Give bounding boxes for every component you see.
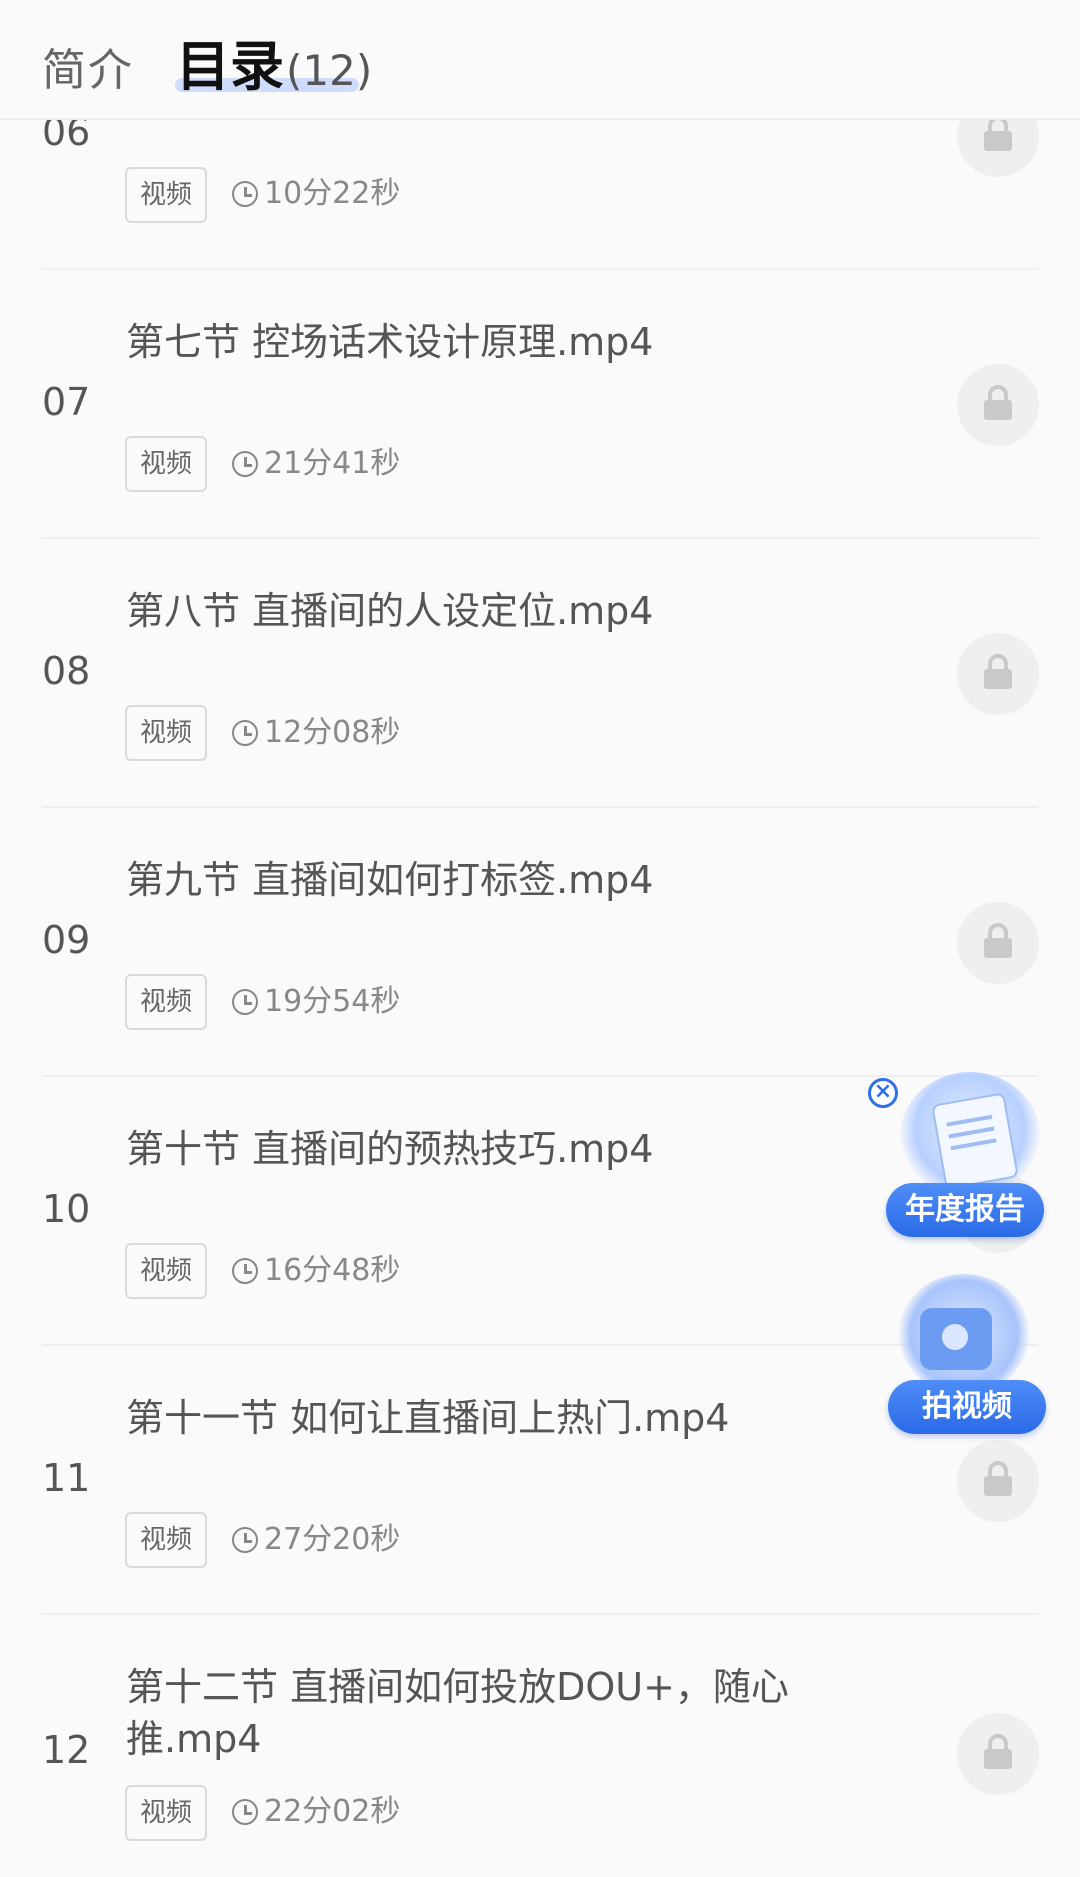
duration: 16分48秒 [232,1245,400,1297]
type-tag: 视频 [125,1785,207,1841]
item-title: 第八节 直播间的人设定位.mp4 [126,589,654,633]
duration: 22分02秒 [232,1786,400,1838]
clock-icon [232,1527,258,1553]
duration-text: 21分41秒 [264,446,401,481]
tab-intro[interactable]: 简介 [42,34,134,98]
report-paper-icon [931,1092,1019,1190]
clock-icon [232,989,258,1015]
shoot-video-widget[interactable]: 拍视频 [880,1268,1050,1438]
list-item[interactable]: 第七节 控场话术设计原理.mp4 07 视频 21分41秒 [0,270,1080,539]
lock-button[interactable] [957,1440,1039,1522]
duration: 12分08秒 [232,707,400,759]
lock-button[interactable] [957,1713,1039,1795]
tab-toc[interactable]: 目录(12) [176,22,372,101]
type-tag: 视频 [125,705,207,761]
list-item[interactable]: 第十二节 直播间如何投放DOU+，随心推.mp4 12 视频 22分02秒 [0,1615,1080,1877]
close-icon[interactable]: × [868,1078,898,1108]
tab-toc-count: (12) [286,46,373,95]
item-title: 第十二节 直播间如何投放DOU+，随心推.mp4 [126,1665,789,1761]
list-item[interactable]: 第九节 直播间如何打标签.mp4 09 视频 19分54秒 [0,808,1080,1077]
lock-icon [984,1734,1012,1769]
type-tag: 视频 [125,167,207,223]
duration: 10分22秒 [232,168,400,220]
item-number: 08 [42,649,91,693]
lock-button[interactable] [957,364,1039,446]
item-title: 第七节 控场话术设计原理.mp4 [126,320,654,364]
duration: 21分41秒 [232,438,400,490]
item-title: 第九节 直播间如何打标签.mp4 [126,858,654,902]
clock-icon [232,1799,258,1825]
clock-icon [232,181,258,207]
item-title: 第十节 直播间的预热技巧.mp4 [126,1127,654,1171]
clock-icon [232,1258,258,1284]
lock-icon [984,116,1012,151]
item-number: 09 [42,918,91,962]
duration: 19分54秒 [232,976,400,1028]
clock-icon [232,720,258,746]
duration-text: 22分02秒 [264,1794,401,1829]
tab-bar: 简介 目录(12) [0,0,1080,120]
tab-toc-label: 目录 [176,35,284,98]
item-number: 12 [42,1728,91,1772]
duration-text: 27分20秒 [264,1522,401,1557]
duration-text: 19分54秒 [264,984,401,1019]
duration: 27分20秒 [232,1514,400,1566]
type-tag: 视频 [125,436,207,492]
annual-report-button[interactable]: 年度报告 [886,1183,1044,1237]
duration-text: 10分22秒 [264,176,401,211]
duration-text: 12分08秒 [264,715,401,750]
type-tag: 视频 [125,1243,207,1299]
type-tag: 视频 [125,1512,207,1568]
lock-button[interactable] [957,902,1039,984]
item-number: 07 [42,380,91,424]
lock-icon [984,654,1012,689]
camera-icon [920,1308,992,1370]
lock-icon [984,923,1012,958]
duration-text: 16分48秒 [264,1253,401,1288]
clock-icon [232,451,258,477]
list-item[interactable]: 第八节 直播间的人设定位.mp4 08 视频 12分08秒 [0,539,1080,808]
shoot-video-button[interactable]: 拍视频 [888,1380,1046,1434]
annual-report-widget[interactable]: × 年度报告 [868,1068,1048,1238]
item-number: 10 [42,1187,91,1231]
lock-icon [984,385,1012,420]
item-number: 11 [42,1456,91,1500]
item-title: 第十一节 如何让直播间上热门.mp4 [126,1396,730,1440]
type-tag: 视频 [125,974,207,1030]
lock-icon [984,1461,1012,1496]
lock-button[interactable] [957,633,1039,715]
